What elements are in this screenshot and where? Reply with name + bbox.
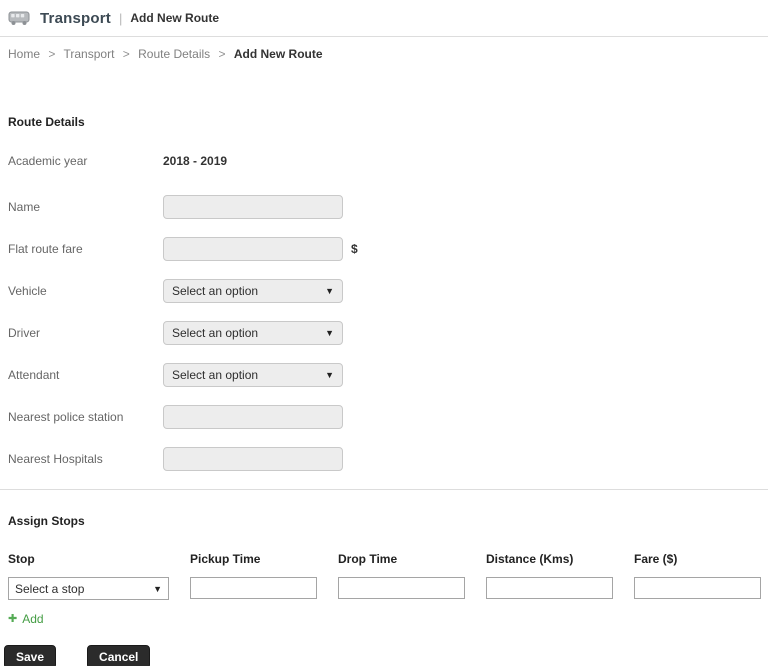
attendant-select-value: Select an option xyxy=(172,368,259,382)
drop-time-cell xyxy=(338,577,486,600)
stop-column-header: Stop xyxy=(8,552,35,566)
cancel-button[interactable]: Cancel xyxy=(87,645,151,666)
vehicle-select-value: Select an option xyxy=(172,284,259,298)
nearest-hospitals-label: Nearest Hospitals xyxy=(8,452,103,466)
driver-select[interactable]: Select an option ▼ xyxy=(163,321,343,345)
name-label: Name xyxy=(8,200,41,214)
attendant-row: Attendant Select an option ▼ xyxy=(8,363,760,387)
chevron-down-icon: ▼ xyxy=(325,286,334,296)
main-content: Route Details Academic year 2018 - 2019 … xyxy=(0,115,768,666)
breadcrumb-separator: > xyxy=(218,47,226,61)
nearest-police-station-input[interactable] xyxy=(163,405,343,429)
drop-time-input[interactable] xyxy=(338,577,465,599)
chevron-down-icon: ▼ xyxy=(153,583,162,594)
breadcrumb-transport[interactable]: Transport xyxy=(64,47,115,61)
breadcrumb-current: Add New Route xyxy=(233,47,323,61)
stop-select[interactable]: Select a stop ▼ xyxy=(8,577,169,600)
driver-select-value: Select an option xyxy=(172,326,259,340)
drop-time-column-header: Drop Time xyxy=(338,552,398,566)
stops-header-row: Stop Pickup Time Drop Time Distance (Kms… xyxy=(8,552,760,566)
section-divider xyxy=(0,489,768,490)
fare-input[interactable] xyxy=(634,577,761,599)
distance-input[interactable] xyxy=(486,577,613,599)
chevron-down-icon: ▼ xyxy=(325,328,334,338)
flat-route-fare-label: Flat route fare xyxy=(8,242,83,256)
nearest-hospitals-input[interactable] xyxy=(163,447,343,471)
academic-year-row: Academic year 2018 - 2019 xyxy=(8,149,760,173)
flat-route-fare-row: Flat route fare $ xyxy=(8,237,760,261)
bus-icon xyxy=(8,10,30,26)
nearest-police-station-label: Nearest police station xyxy=(8,410,124,424)
title-separator: | xyxy=(118,10,123,26)
currency-symbol: $ xyxy=(351,242,358,256)
fare-column-header: Fare ($) xyxy=(634,552,678,566)
route-details-heading: Route Details xyxy=(8,115,85,129)
pickup-time-cell xyxy=(190,577,338,600)
name-row: Name xyxy=(8,195,760,219)
fare-cell xyxy=(634,577,768,600)
breadcrumb-home[interactable]: Home xyxy=(8,47,40,61)
nearest-police-station-row: Nearest police station xyxy=(8,405,760,429)
stops-row: Select a stop ▼ xyxy=(8,577,761,600)
breadcrumb: Home > Transport > Route Details > Add N… xyxy=(0,37,768,71)
distance-cell xyxy=(486,577,634,600)
attendant-label: Attendant xyxy=(8,368,60,382)
save-button[interactable]: Save xyxy=(4,645,57,666)
vehicle-select[interactable]: Select an option ▼ xyxy=(163,279,343,303)
page-title: Add New Route xyxy=(130,11,220,25)
breadcrumb-separator: > xyxy=(122,47,130,61)
vehicle-label: Vehicle xyxy=(8,284,47,298)
stop-cell: Select a stop ▼ xyxy=(8,577,190,600)
app-header: Transport | Add New Route xyxy=(0,0,768,37)
stop-select-value: Select a stop xyxy=(15,581,85,596)
driver-label: Driver xyxy=(8,326,40,340)
pickup-time-column-header: Pickup Time xyxy=(190,552,261,566)
pickup-time-input[interactable] xyxy=(190,577,317,599)
breadcrumb-separator: > xyxy=(48,47,56,61)
name-input[interactable] xyxy=(163,195,343,219)
actions-row: Save Cancel xyxy=(4,645,760,666)
academic-year-label: Academic year xyxy=(8,154,88,168)
app-title: Transport xyxy=(40,9,111,27)
add-stop-label: Add xyxy=(22,612,44,626)
add-stop-link[interactable]: ✚ Add xyxy=(8,612,44,626)
plus-icon: ✚ xyxy=(8,613,18,625)
attendant-select[interactable]: Select an option ▼ xyxy=(163,363,343,387)
distance-column-header: Distance (Kms) xyxy=(486,552,574,566)
nearest-hospitals-row: Nearest Hospitals xyxy=(8,447,760,471)
vehicle-row: Vehicle Select an option ▼ xyxy=(8,279,760,303)
academic-year-value: 2018 - 2019 xyxy=(163,154,228,168)
breadcrumb-route-details[interactable]: Route Details xyxy=(138,47,210,61)
chevron-down-icon: ▼ xyxy=(325,370,334,380)
driver-row: Driver Select an option ▼ xyxy=(8,321,760,345)
flat-route-fare-input[interactable] xyxy=(163,237,343,261)
assign-stops-heading: Assign Stops xyxy=(8,514,85,528)
